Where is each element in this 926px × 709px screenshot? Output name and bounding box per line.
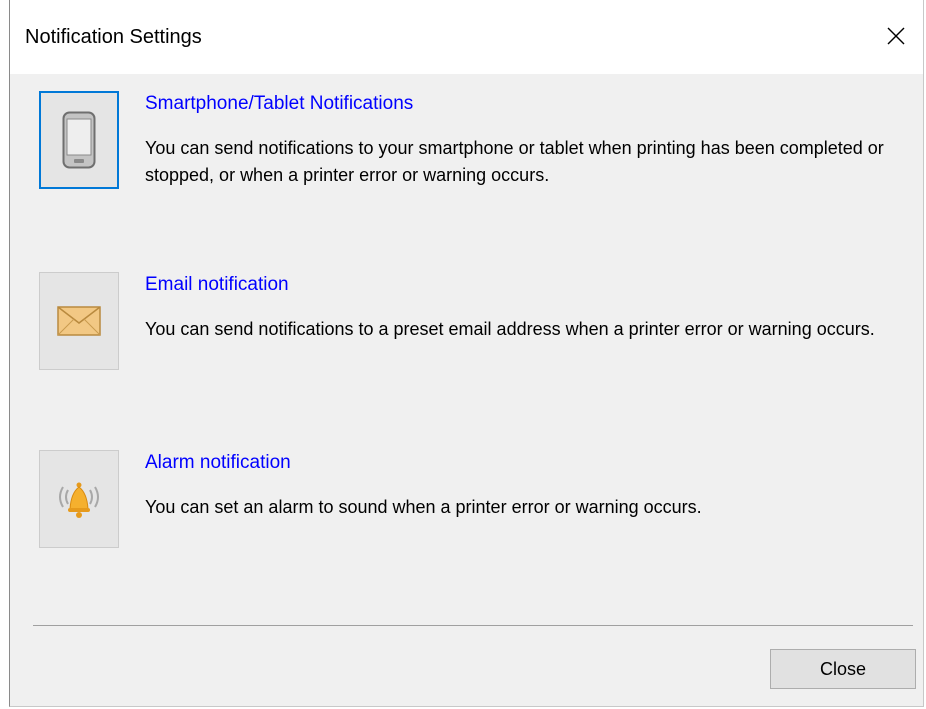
- smartphone-tablet-icon-button[interactable]: [39, 91, 119, 189]
- smartphone-tablet-link[interactable]: Smartphone/Tablet Notifications: [145, 93, 413, 115]
- option-email: Email notification You can send notifica…: [39, 272, 909, 376]
- alarm-notification-description: You can set an alarm to sound when a pri…: [145, 497, 702, 517]
- title-bar: Notification Settings: [10, 0, 923, 74]
- smartphone-tablet-description: You can send notifications to your smart…: [145, 138, 884, 185]
- option-alarm: Alarm notification You can set an alarm …: [39, 450, 909, 554]
- close-button[interactable]: Close: [770, 649, 916, 689]
- email-notification-link[interactable]: Email notification: [145, 274, 289, 296]
- footer-divider: [33, 625, 913, 626]
- alarm-notification-link[interactable]: Alarm notification: [145, 452, 291, 474]
- email-notification-description: You can send notifications to a preset e…: [145, 319, 875, 339]
- option-smartphone-tablet: Smartphone/Tablet Notifications You can …: [39, 91, 909, 195]
- envelope-icon: [57, 306, 101, 336]
- alarm-icon-button[interactable]: [39, 450, 119, 548]
- close-icon: [887, 27, 905, 45]
- close-window-button[interactable]: [873, 14, 919, 58]
- email-icon-button[interactable]: [39, 272, 119, 370]
- dialog-title: Notification Settings: [25, 26, 202, 48]
- alarm-bell-icon: [59, 482, 99, 518]
- notification-settings-dialog: Notification Settings Smartphone/Tablet …: [9, 0, 924, 707]
- smartphone-icon: [62, 111, 96, 169]
